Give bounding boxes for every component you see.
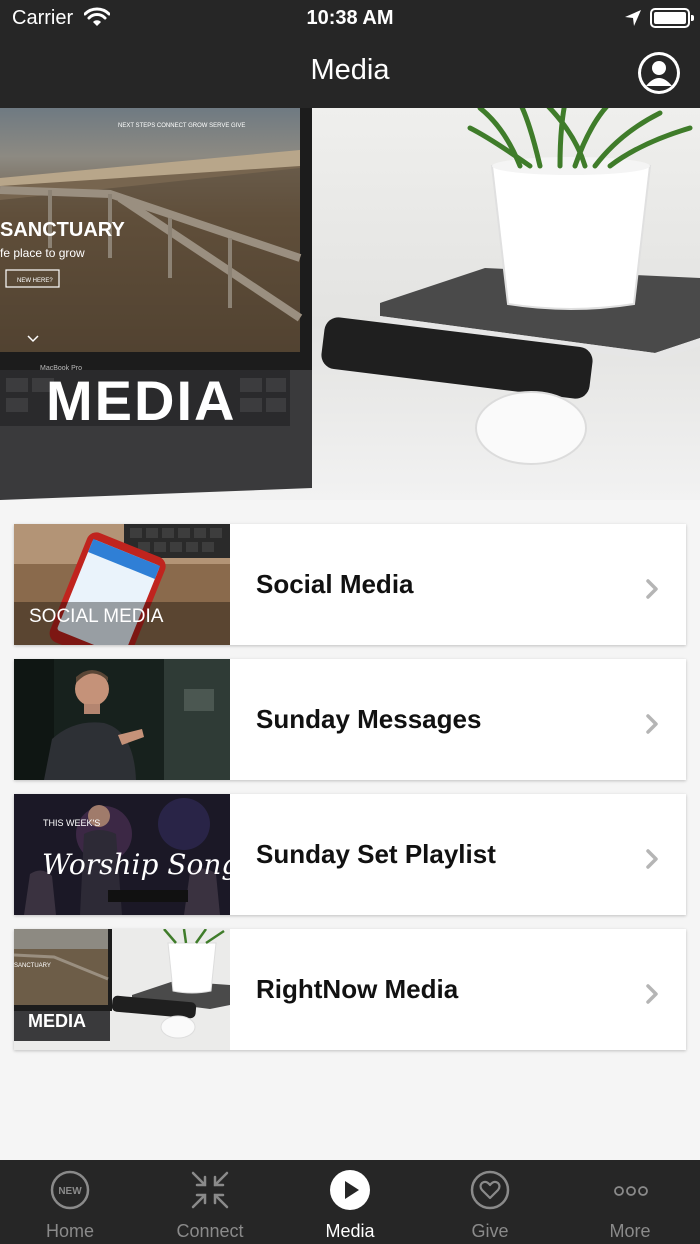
heart-icon xyxy=(470,1170,510,1210)
tab-label: Home xyxy=(45,1221,94,1241)
sunday-messages-thumbnail xyxy=(14,659,230,780)
more-dots-icon xyxy=(614,1186,648,1196)
location-arrow-icon xyxy=(625,10,641,26)
media-item-label: Sunday Messages xyxy=(256,704,482,734)
tab-media[interactable]: Media xyxy=(280,1160,420,1244)
hero-banner: NEXT STEPS CONNECT GROW SERVE GIVE SANCT… xyxy=(0,108,700,500)
tab-label: Give xyxy=(471,1221,509,1241)
tab-label: Connect xyxy=(176,1221,244,1241)
tab-connect[interactable]: Connect xyxy=(140,1160,280,1244)
battery-icon xyxy=(650,8,694,28)
tab-label: Media xyxy=(325,1221,375,1241)
nav-bar: Media xyxy=(0,36,700,108)
tab-more[interactable]: More xyxy=(560,1160,700,1244)
media-item-label: Social Media xyxy=(256,569,414,599)
tab-home[interactable]: NEW Home xyxy=(0,1160,140,1244)
connect-arrows-icon xyxy=(191,1171,229,1209)
rightnow-thumb-sub: SANCTUARY xyxy=(14,963,51,969)
rightnow-media-thumbnail: SANCTUARY MEDIA xyxy=(14,929,230,1050)
social-media-thumbnail: SOCIAL MEDIA xyxy=(14,524,230,645)
playlist-thumb-caption: THIS WEEK'S xyxy=(43,818,100,828)
screen-button-text: NEW HERE? xyxy=(17,278,53,284)
page-title: Media xyxy=(310,54,390,86)
hero-image: NEXT STEPS CONNECT GROW SERVE GIVE SANCT… xyxy=(0,108,700,500)
status-time: 10:38 AM xyxy=(306,7,394,29)
chevron-right-icon xyxy=(646,849,658,869)
media-item-social-media[interactable]: SOCIAL MEDIA Social Media xyxy=(14,524,686,645)
media-item-label: Sunday Set Playlist xyxy=(256,839,496,869)
hero-overlay-title: MEDIA xyxy=(46,369,236,432)
profile-button[interactable] xyxy=(638,52,680,94)
tab-bar: NEW Home Connect Media Give More xyxy=(0,1160,700,1244)
media-item-sunday-messages[interactable]: Sunday Messages xyxy=(14,659,686,780)
playlist-thumb-script: Worship Songs xyxy=(42,848,230,881)
sunday-set-playlist-thumbnail: THIS WEEK'S Worship Songs xyxy=(14,794,230,915)
status-bar: Carrier 10:38 AM xyxy=(0,0,700,36)
new-badge-text: NEW xyxy=(58,1186,82,1197)
user-avatar-icon xyxy=(641,55,677,91)
chevron-right-icon xyxy=(646,984,658,1004)
new-badge-icon: NEW xyxy=(50,1170,90,1210)
chevron-right-icon xyxy=(646,714,658,734)
tab-give[interactable]: Give xyxy=(420,1160,560,1244)
screen-nav-text: NEXT STEPS CONNECT GROW SERVE GIVE xyxy=(118,123,245,129)
media-item-rightnow-media[interactable]: SANCTUARY MEDIA RightNow Media xyxy=(14,929,686,1050)
play-icon xyxy=(330,1170,370,1210)
rightnow-thumb-caption: MEDIA xyxy=(28,1011,86,1031)
tab-label: More xyxy=(609,1221,651,1241)
screen-subtitle-text: fe place to grow xyxy=(0,246,85,260)
media-item-sunday-set-playlist[interactable]: THIS WEEK'S Worship Songs Sunday Set Pla… xyxy=(14,794,686,915)
chevron-right-icon xyxy=(646,579,658,599)
media-item-label: RightNow Media xyxy=(256,974,459,1004)
screen-title-text: SANCTUARY xyxy=(0,219,125,241)
social-media-thumb-caption: SOCIAL MEDIA xyxy=(29,606,164,627)
